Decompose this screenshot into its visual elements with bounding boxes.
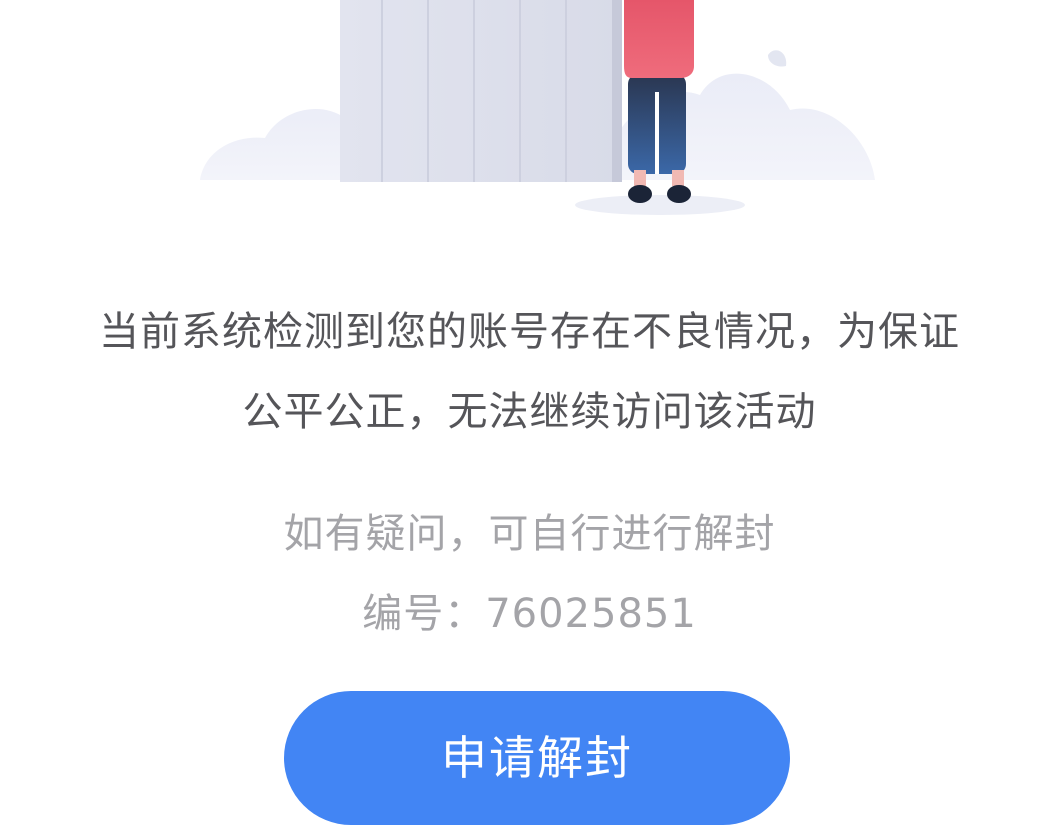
help-hint: 如有疑问，可自行进行解封 编号：76025851: [0, 494, 1059, 654]
ground-shadow: [575, 195, 745, 215]
blocked-message-line-2: 公平公正，无法继续访问该活动: [242, 389, 817, 435]
account-id: 编号：76025851: [0, 574, 1059, 654]
account-id-value: 76025851: [485, 591, 697, 637]
blocked-access-illustration: [200, 0, 875, 215]
blocked-message: 当前系统检测到您的账号存在不良情况，为保证 公平公正，无法继续访问该活动: [0, 292, 1059, 452]
leaf-icon: [768, 50, 787, 67]
account-id-label: 编号：: [362, 591, 486, 637]
help-hint-text: 如有疑问，可自行进行解封: [283, 511, 776, 557]
wall-panel: [340, 0, 622, 182]
blocked-message-line-1: 当前系统检测到您的账号存在不良情况，为保证: [99, 309, 960, 355]
person-figure: [624, 0, 694, 203]
apply-unblock-button[interactable]: 申请解封: [284, 691, 790, 825]
